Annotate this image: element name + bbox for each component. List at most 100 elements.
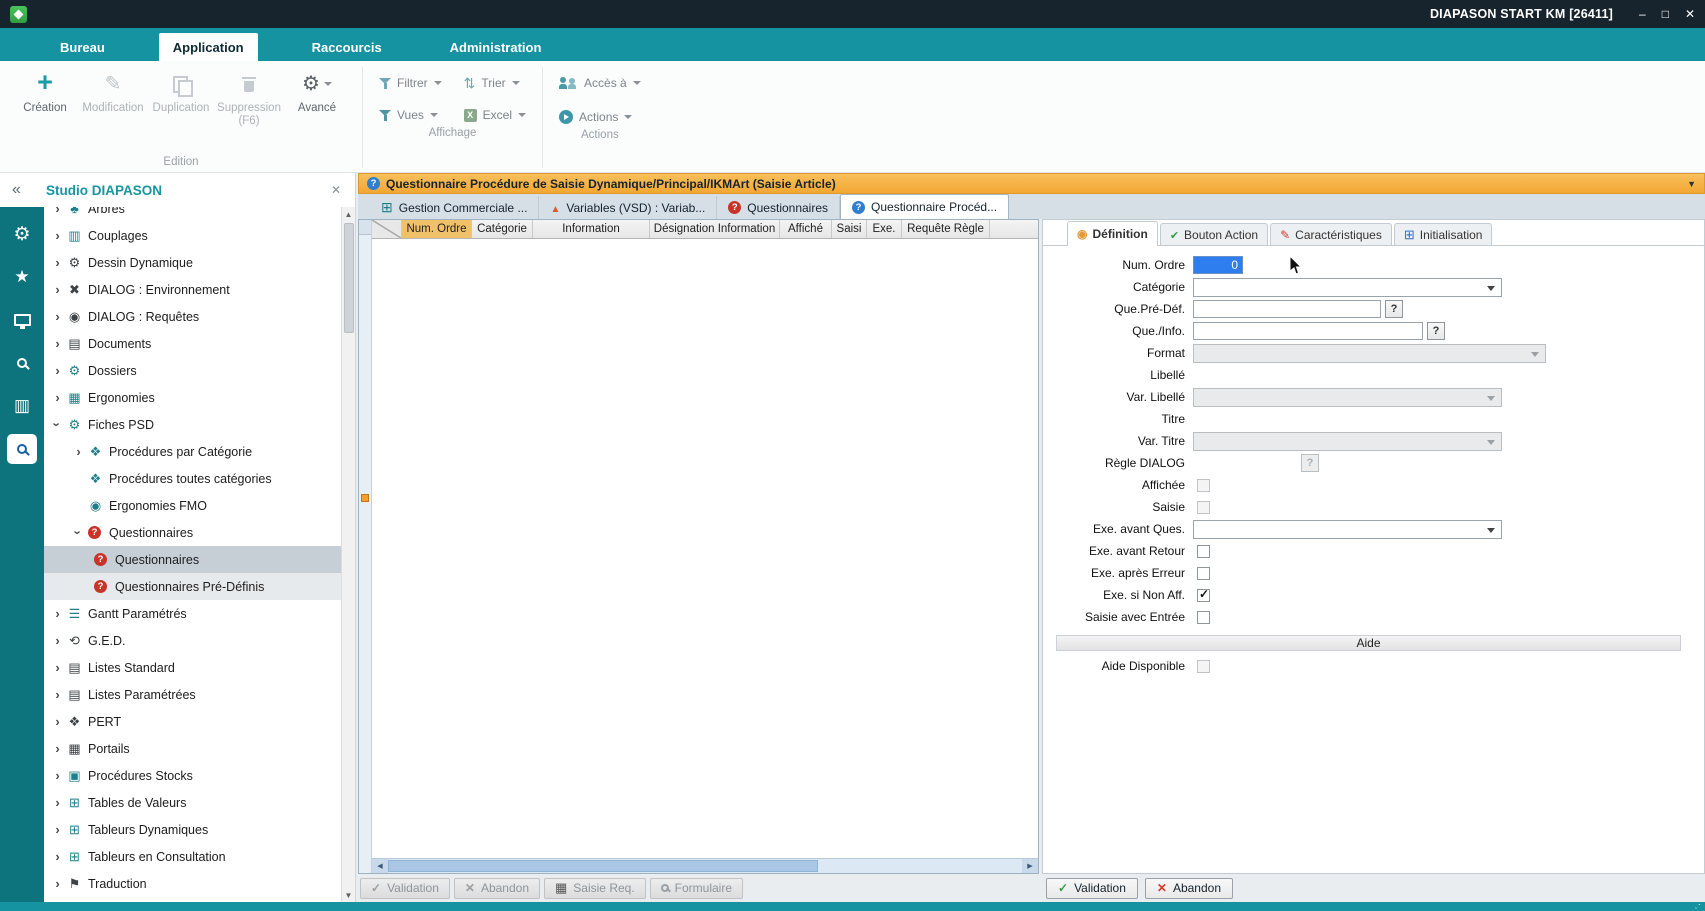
exe-avant-ques-select[interactable] xyxy=(1193,520,1502,539)
que-pre-def-help-button[interactable]: ? xyxy=(1385,300,1403,318)
chevron-right-icon[interactable] xyxy=(50,255,65,270)
num-ordre-input[interactable]: 0 xyxy=(1193,256,1243,274)
grid-corner-cell[interactable] xyxy=(372,220,402,238)
chevron-right-icon[interactable] xyxy=(50,741,65,756)
doc-tab-questionnaires[interactable]: Questionnaires xyxy=(717,196,840,219)
chevron-right-icon[interactable] xyxy=(71,444,86,459)
saisie-req-button[interactable]: Saisie Req. xyxy=(544,878,646,899)
tree-scrollbar-thumb[interactable] xyxy=(344,223,354,333)
chevron-right-icon[interactable] xyxy=(50,228,65,243)
ribbon-tab-raccourcis[interactable]: Raccourcis xyxy=(298,33,396,61)
modification-button[interactable]: Modification xyxy=(80,63,146,115)
grid-abandon-button[interactable]: Abandon xyxy=(454,878,540,899)
header-dropdown-icon[interactable] xyxy=(1687,179,1696,189)
tree-item-ergonomies[interactable]: ▦Ergonomies xyxy=(44,384,341,411)
que-pre-def-input[interactable] xyxy=(1193,300,1381,318)
minimize-button[interactable]: – xyxy=(1639,7,1646,21)
tree-item-couplages[interactable]: ▥Couplages xyxy=(44,222,341,249)
chevron-right-icon[interactable] xyxy=(50,822,65,837)
chevron-right-icon[interactable] xyxy=(50,768,65,783)
settings-icon[interactable] xyxy=(7,219,37,249)
chevron-right-icon[interactable] xyxy=(50,336,65,351)
chevron-right-icon[interactable] xyxy=(50,633,65,648)
tree-item-questionnaires-group[interactable]: Questionnaires xyxy=(44,519,341,546)
suppression-button[interactable]: Suppression (F6) xyxy=(216,63,282,128)
table-icon[interactable] xyxy=(7,391,37,421)
tree-scrollbar[interactable] xyxy=(341,207,355,902)
chevron-right-icon[interactable] xyxy=(50,207,65,216)
chevron-right-icon[interactable] xyxy=(50,660,65,675)
tree-item-ged[interactable]: ⟲G.E.D. xyxy=(44,627,341,654)
collapse-sidebar-icon[interactable]: « xyxy=(12,181,38,199)
column-header-requete-regle[interactable]: Requête Règle xyxy=(902,220,990,238)
grid-horizontal-scrollbar[interactable] xyxy=(372,858,1038,873)
scrollbar-thumb[interactable] xyxy=(388,860,818,872)
chevron-down-icon[interactable] xyxy=(71,525,86,540)
grid-vertical-scrollbar[interactable] xyxy=(359,220,372,873)
tree-item-documents[interactable]: ▤Documents xyxy=(44,330,341,357)
maximize-button[interactable]: □ xyxy=(1662,7,1669,21)
tree-item-fiches-psd[interactable]: ⚙Fiches PSD xyxy=(44,411,341,438)
grid-validation-button[interactable]: Validation xyxy=(360,878,450,899)
tab-caracteristiques[interactable]: Caractéristiques xyxy=(1270,223,1392,245)
search-icon[interactable] xyxy=(7,348,37,378)
tree-item-tables-de-valeurs[interactable]: ⊞Tables de Valeurs xyxy=(44,789,341,816)
scroll-right-icon[interactable] xyxy=(1022,859,1038,873)
tree-item-tableurs-en-consultation[interactable]: ⊞Tableurs en Consultation xyxy=(44,843,341,870)
studio-search-icon[interactable] xyxy=(7,434,37,464)
excel-button[interactable]: Excel xyxy=(460,105,530,125)
abandon-button[interactable]: Abandon xyxy=(1145,878,1233,899)
tree-item-procedures-stocks[interactable]: ▣Procédures Stocks xyxy=(44,762,341,789)
formulaire-button[interactable]: Formulaire xyxy=(650,878,743,899)
exe-avant-retour-checkbox[interactable] xyxy=(1197,545,1210,558)
actions-button[interactable]: Actions xyxy=(555,107,645,127)
tree-item-traduction[interactable]: ⚑Traduction xyxy=(44,870,341,897)
tab-definition[interactable]: Définition xyxy=(1067,221,1158,246)
exe-si-non-aff-checkbox[interactable] xyxy=(1197,589,1210,602)
tree-item-dialog-environnement[interactable]: ✖DIALOG : Environnement xyxy=(44,276,341,303)
acces-a-button[interactable]: Accès à xyxy=(555,73,645,93)
chevron-down-icon[interactable] xyxy=(50,417,65,432)
chevron-right-icon[interactable] xyxy=(50,876,65,891)
creation-button[interactable]: Création xyxy=(12,63,78,115)
exe-apres-erreur-checkbox[interactable] xyxy=(1197,567,1210,580)
column-header-affiche[interactable]: Affiché xyxy=(780,220,832,238)
column-header-num-ordre[interactable]: Num. Ordre xyxy=(402,220,472,238)
monitor-icon[interactable] xyxy=(7,305,37,335)
que-info-help-button[interactable]: ? xyxy=(1427,322,1445,340)
chevron-right-icon[interactable] xyxy=(50,714,65,729)
doc-tab-variables-vsd[interactable]: Variables (VSD) : Variab... xyxy=(539,196,717,219)
column-header-information[interactable]: Information xyxy=(533,220,650,238)
doc-tab-questionnaire-procedure[interactable]: Questionnaire Procéd... xyxy=(840,194,1009,219)
scrollbar-track[interactable] xyxy=(818,859,1022,873)
tab-bouton-action[interactable]: Bouton Action xyxy=(1160,223,1268,245)
chevron-right-icon[interactable] xyxy=(50,282,65,297)
tree-item-questionnaires-pre-definis[interactable]: Questionnaires Pré-Définis xyxy=(44,573,341,600)
tree-item-dossiers[interactable]: ⚙Dossiers xyxy=(44,357,341,384)
duplication-button[interactable]: Duplication xyxy=(148,63,214,115)
tree-item-arbres[interactable]: ♣Arbres xyxy=(44,207,341,222)
categorie-select[interactable] xyxy=(1193,278,1502,297)
ribbon-tab-administration[interactable]: Administration xyxy=(436,33,556,61)
column-header-categorie[interactable]: Catégorie xyxy=(472,220,533,238)
scroll-left-icon[interactable] xyxy=(372,859,388,873)
column-header-saisi[interactable]: Saisi xyxy=(832,220,867,238)
tree-item-pert[interactable]: ❖PERT xyxy=(44,708,341,735)
chevron-right-icon[interactable] xyxy=(50,390,65,405)
trier-button[interactable]: Trier xyxy=(460,73,530,93)
tree-item-dessin-dynamique[interactable]: ⚙Dessin Dynamique xyxy=(44,249,341,276)
saisie-avec-entree-checkbox[interactable] xyxy=(1197,611,1210,624)
validation-button[interactable]: Validation xyxy=(1046,878,1138,899)
chevron-right-icon[interactable] xyxy=(50,309,65,324)
tree-item-dialog-requetes[interactable]: ◉DIALOG : Requêtes xyxy=(44,303,341,330)
close-sidebar-icon[interactable]: ✕ xyxy=(331,183,341,197)
grid-body[interactable] xyxy=(372,239,1038,858)
tree-item-ergonomies-fmo[interactable]: ◉Ergonomies FMO xyxy=(44,492,341,519)
tree-item-gantt-parametres[interactable]: ☰Gantt Paramétrés xyxy=(44,600,341,627)
vues-button[interactable]: Vues xyxy=(375,105,446,125)
favorites-icon[interactable] xyxy=(7,262,37,292)
chevron-right-icon[interactable] xyxy=(50,687,65,702)
chevron-right-icon[interactable] xyxy=(50,606,65,621)
avance-button[interactable]: Avancé xyxy=(284,63,350,115)
close-button[interactable]: ✕ xyxy=(1685,7,1695,21)
